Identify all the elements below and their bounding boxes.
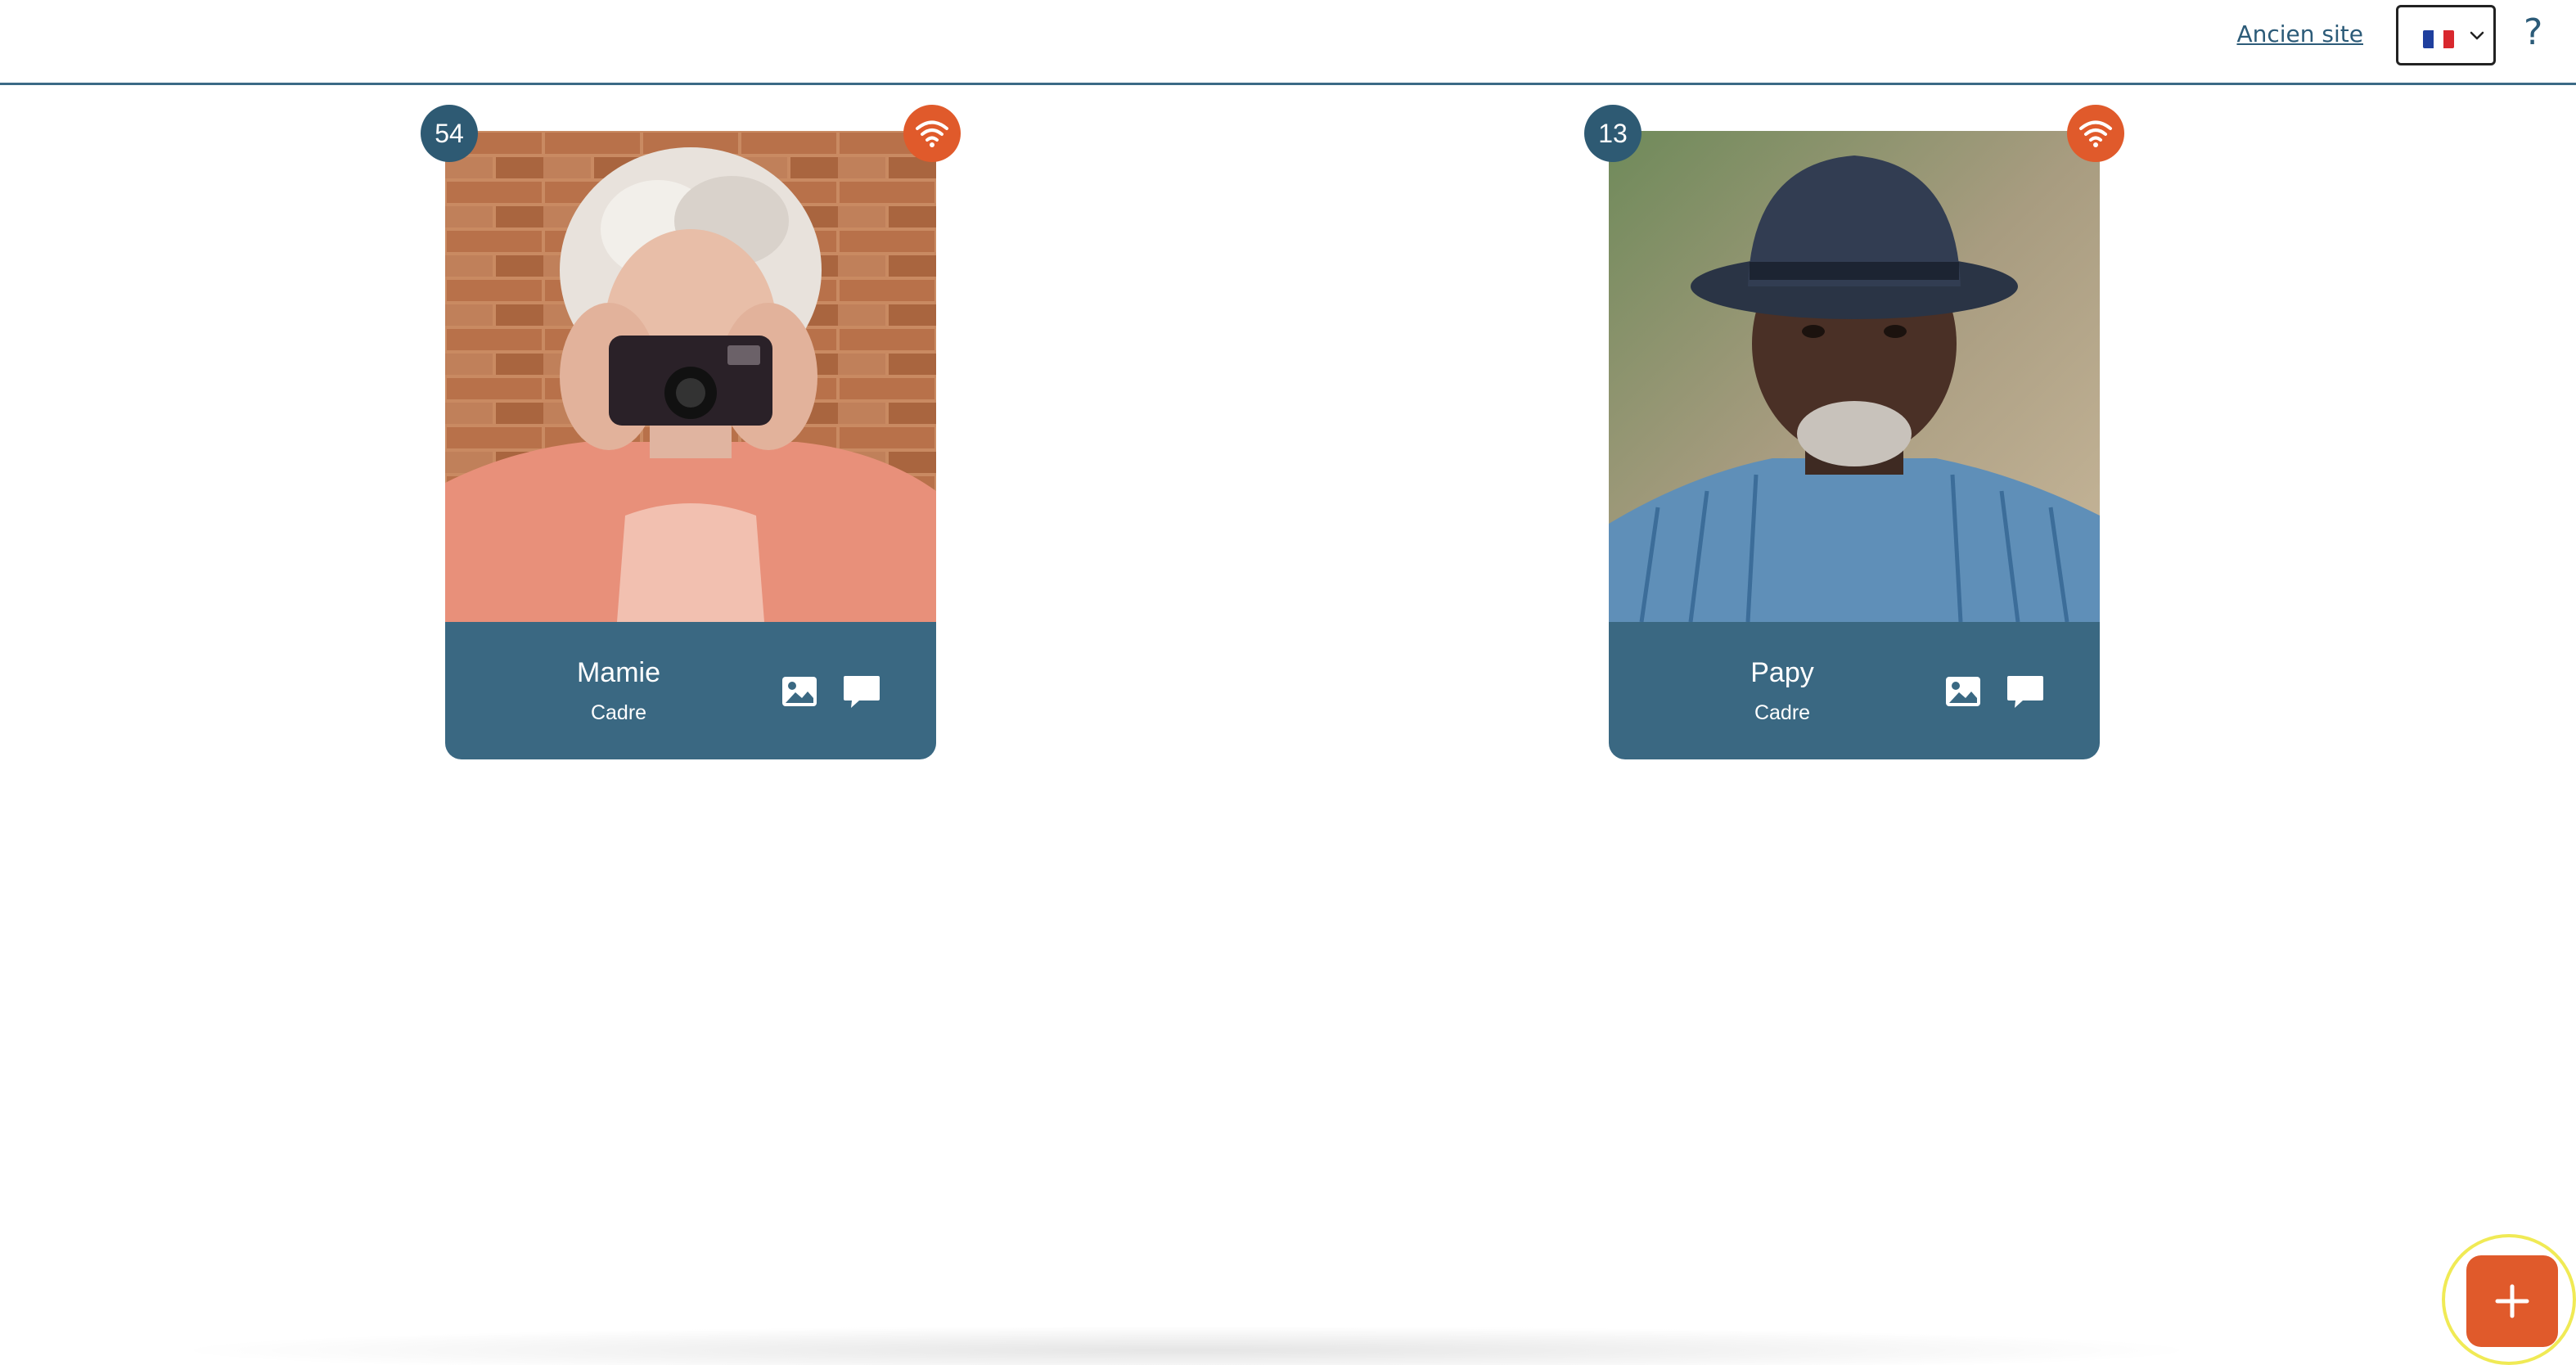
image-icon[interactable] [1943,671,1984,712]
old-site-link[interactable]: Ancien site [2236,20,2363,49]
message-count-badge: 54 [421,105,478,162]
card-footer: Papy Cadre [1609,622,2100,759]
wifi-icon [2067,105,2124,162]
resident-photo[interactable] [1609,131,2100,622]
resident-role: Cadre [1754,701,1811,724]
chevron-down-icon [2470,31,2484,40]
page: Ancien site ? Mamie Cadre 54 Papy Cadre … [0,0,2576,1365]
card-footer: Mamie Cadre [445,622,936,759]
add-button[interactable] [2466,1255,2558,1347]
resident-name: Papy [1750,657,1814,688]
resident-role: Cadre [590,701,647,724]
top-bar: Ancien site ? [0,0,2576,85]
resident-card-papy[interactable]: Papy Cadre 13 [1584,105,2124,759]
plus-icon [2495,1284,2529,1318]
french-flag-icon [2423,30,2454,48]
wifi-icon [903,105,961,162]
message-icon[interactable] [2005,671,2046,712]
image-icon[interactable] [779,671,820,712]
resident-photo[interactable] [445,131,936,622]
message-count-badge: 13 [1584,105,1642,162]
language-select[interactable] [2396,5,2496,65]
help-button[interactable]: ? [2524,10,2542,56]
resident-name: Mamie [576,657,661,688]
bottom-shadow [164,1326,2209,1365]
message-icon[interactable] [841,671,882,712]
resident-card-mamie[interactable]: Mamie Cadre 54 [421,105,961,759]
